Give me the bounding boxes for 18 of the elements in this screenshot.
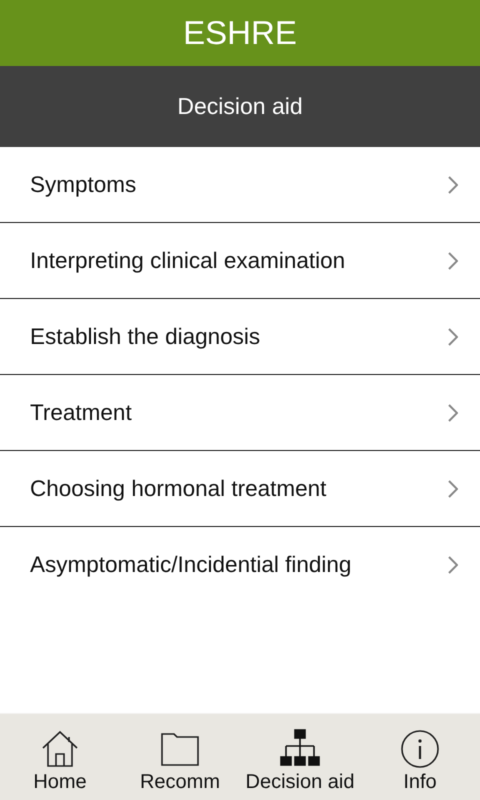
chevron-right-icon [448, 252, 458, 270]
nav-tab[interactable]: Info [360, 714, 480, 800]
menu-item[interactable]: Treatment [0, 375, 480, 451]
nav-tab[interactable]: Home [0, 714, 120, 800]
nav-tab[interactable]: Recomm [120, 714, 240, 800]
menu-item[interactable]: Interpreting clinical examination [0, 223, 480, 299]
chevron-right-icon [448, 556, 458, 574]
app-title: ESHRE [183, 14, 297, 52]
menu-item[interactable]: Establish the diagnosis [0, 299, 480, 375]
menu-item[interactable]: Choosing hormonal treatment [0, 451, 480, 527]
chevron-right-icon [448, 328, 458, 346]
chevron-right-icon [448, 404, 458, 422]
menu-item[interactable]: Asymptomatic/Incidential finding [0, 527, 480, 602]
chevron-right-icon [448, 480, 458, 498]
nav-tab[interactable]: Decision aid [240, 714, 360, 800]
menu-item[interactable]: Symptoms [0, 147, 480, 223]
section-title: Decision aid [177, 93, 303, 120]
chevron-right-icon [448, 176, 458, 194]
